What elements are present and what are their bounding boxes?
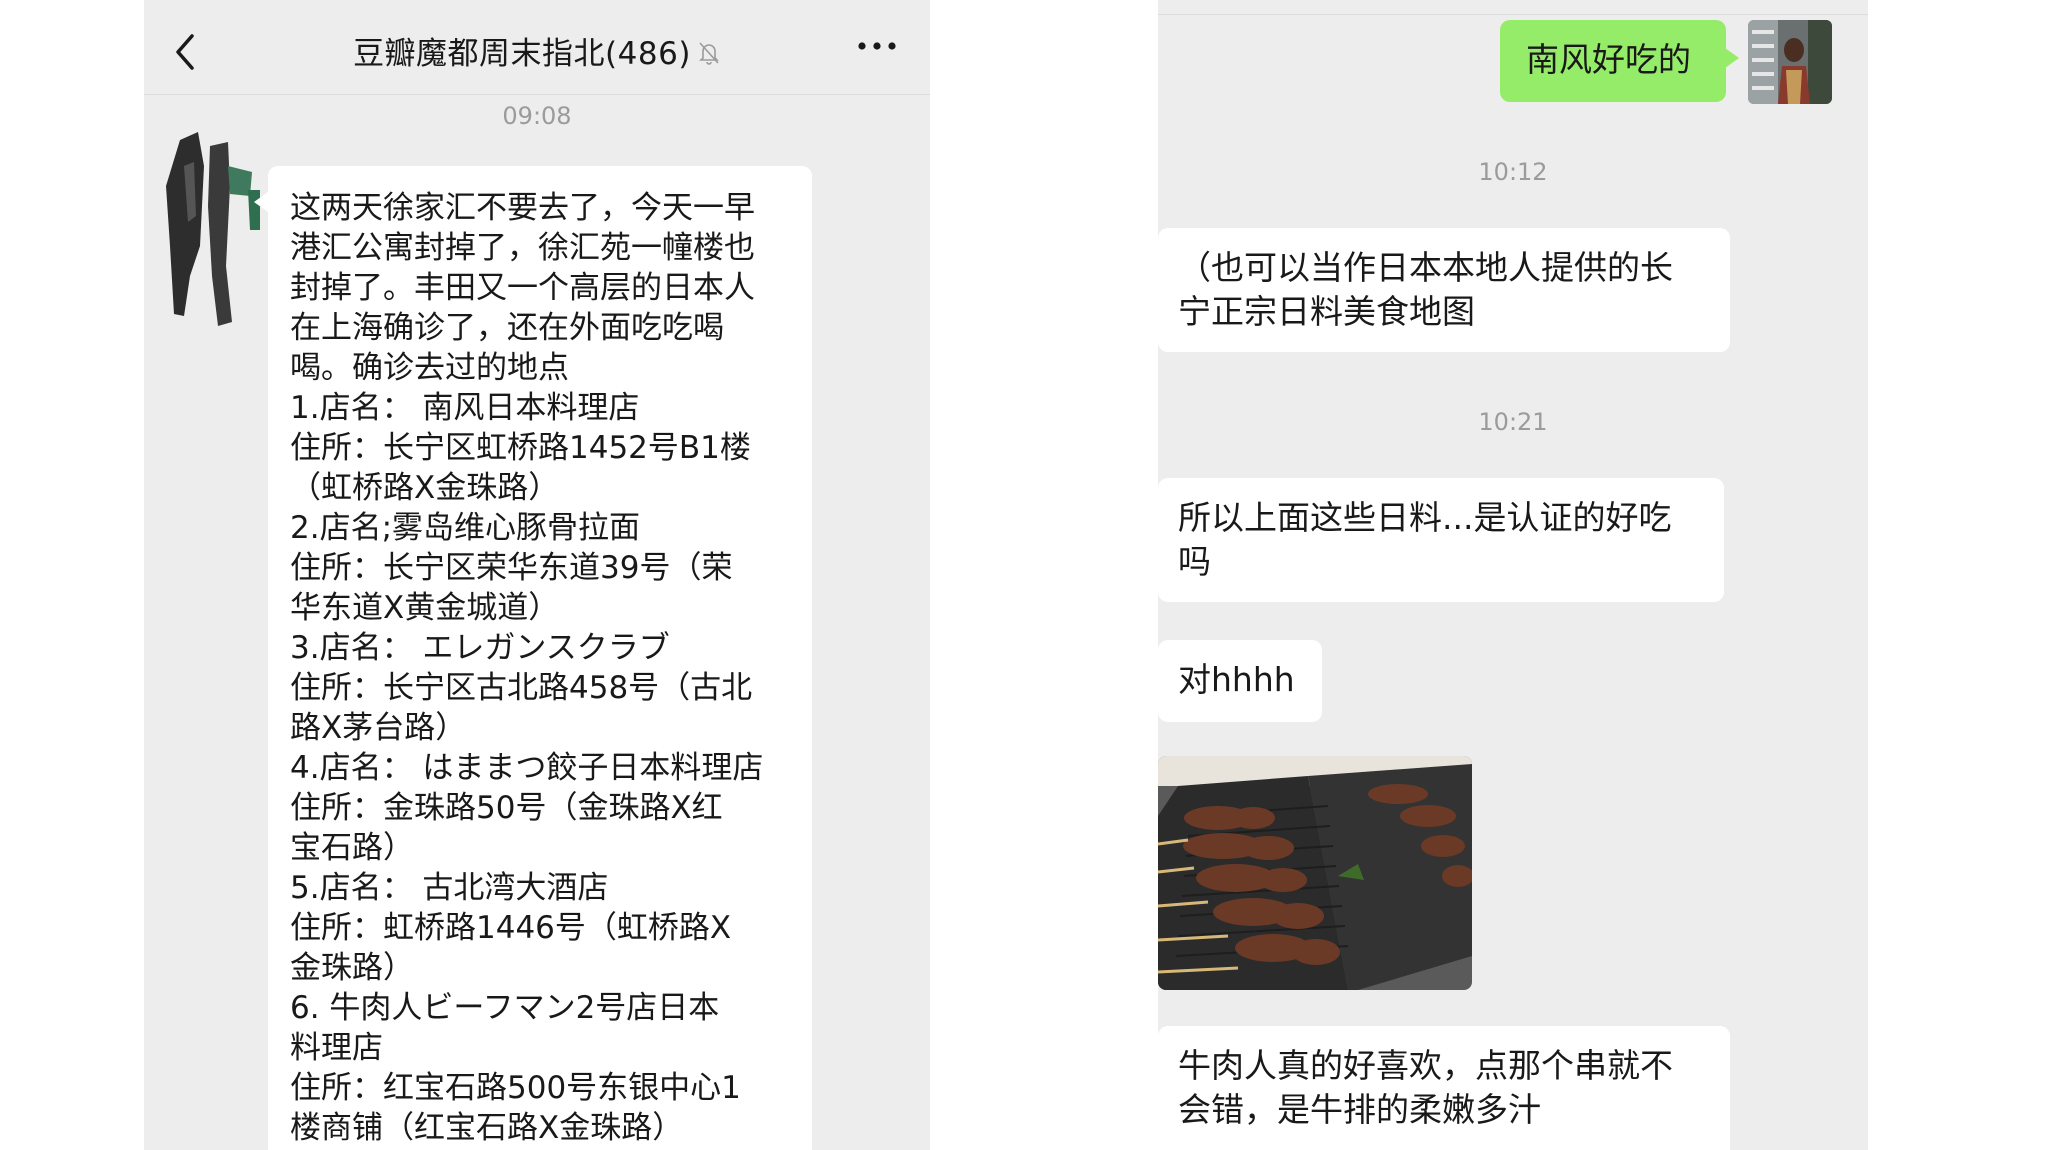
bell-off-icon xyxy=(698,42,719,65)
message-text: 对hhhh xyxy=(1178,660,1295,699)
message-line: （虹桥路X金珠路） xyxy=(290,470,560,506)
message-line: 封掉了。丰田又一个高层的日本人 xyxy=(290,270,755,306)
message-line: 路X茅台路） xyxy=(290,710,467,746)
message-line: 5.店名： 古北湾大酒店 xyxy=(290,870,609,906)
incoming-message-bubble[interactable]: （也可以当作日本本地人提供的长 宁正宗日料美食地图 xyxy=(1158,228,1730,352)
left-chat-screen: 豆瓣魔都周末指北(486) 09:08 这两天徐家汇不要去了，今天一早 港汇公寓… xyxy=(144,0,930,1150)
message-timestamp: 10:21 xyxy=(1478,408,1548,436)
chat-header: 豆瓣魔都周末指北(486) xyxy=(144,0,930,95)
message-line: 牛肉人真的好喜欢，点那个串就不 xyxy=(1178,1046,1673,1085)
image-message-skewers[interactable] xyxy=(1158,756,1472,990)
message-line: 住所：虹桥路1446号（虹桥路X xyxy=(290,910,732,946)
divider xyxy=(1158,14,1868,15)
incoming-message-bubble[interactable]: 牛肉人真的好喜欢，点那个串就不 会错，是牛排的柔嫩多汁 xyxy=(1158,1026,1730,1150)
message-line: 这两天徐家汇不要去了，今天一早 xyxy=(290,190,755,226)
incoming-message-bubble[interactable]: 这两天徐家汇不要去了，今天一早 港汇公寓封掉了，徐汇苑一幢楼也 封掉了。丰田又一… xyxy=(254,166,812,1150)
message-line: 所以上面这些日料...是认证的好吃 xyxy=(1178,498,1672,537)
chat-title: 豆瓣魔都周末指北(486) xyxy=(353,36,691,72)
message-line: 4.店名： はままつ餃子日本料理店 xyxy=(290,750,764,786)
my-avatar[interactable] xyxy=(1748,20,1832,104)
incoming-message-bubble[interactable]: 对hhhh xyxy=(1158,640,1322,722)
message-line: 住所：长宁区荣华东道39号（荣 xyxy=(290,550,733,586)
message-line: 料理店 xyxy=(290,1030,383,1066)
incoming-message-bubble[interactable]: 所以上面这些日料...是认证的好吃 吗 xyxy=(1158,478,1724,602)
message-line: 港汇公寓封掉了，徐汇苑一幢楼也 xyxy=(290,230,755,266)
message-text: 南风好吃的 xyxy=(1526,40,1691,79)
message-line: 住所：红宝石路500号东银中心1 xyxy=(290,1070,741,1106)
message-line: 宝石路） xyxy=(290,830,414,866)
message-line: 喝。确诊去过的地点 xyxy=(290,350,569,386)
message-line: 6. 牛肉人ビーフマン2号店日本 xyxy=(290,990,720,1026)
message-line: 1.店名： 南风日本料理店 xyxy=(290,390,640,426)
message-timestamp: 10:12 xyxy=(1478,158,1548,186)
right-chat-screen: 南风好吃的 10:12 （也可以当作日本本地人提供的长 宁正宗日料美食地图 10… xyxy=(1158,0,1868,1150)
message-line: 住所：长宁区虹桥路1452号B1楼 xyxy=(290,430,751,466)
message-line: 住所：长宁区古北路458号（古北 xyxy=(290,670,753,706)
message-line: 2.店名;雾岛维心豚骨拉面 xyxy=(290,510,641,546)
message-line: 吗 xyxy=(1178,542,1211,581)
sender-avatar[interactable] xyxy=(160,126,270,326)
message-line: 住所：金珠路50号（金珠路X红 xyxy=(290,790,723,826)
message-line: 华东道X黄金城道） xyxy=(290,590,560,626)
message-line: 楼商铺（红宝石路X金珠路） xyxy=(290,1110,684,1146)
bubble-tail xyxy=(1725,48,1739,68)
message-line: 3.店名： エレガンスクラブ xyxy=(290,630,670,666)
message-line: 在上海确诊了，还在外面吃吃喝 xyxy=(290,310,724,346)
more-dots-icon[interactable] xyxy=(856,36,898,56)
chat-title-row: 豆瓣魔都周末指北(486) xyxy=(144,28,930,73)
message-line: 宁正宗日料美食地图 xyxy=(1178,292,1475,331)
bubble-tail xyxy=(254,192,268,212)
message-line: （也可以当作日本本地人提供的长 xyxy=(1178,248,1673,287)
message-line: 会错，是牛排的柔嫩多汁 xyxy=(1178,1090,1541,1129)
outgoing-message-bubble[interactable]: 南风好吃的 xyxy=(1500,20,1739,102)
message-line: 金珠路） xyxy=(290,950,414,986)
